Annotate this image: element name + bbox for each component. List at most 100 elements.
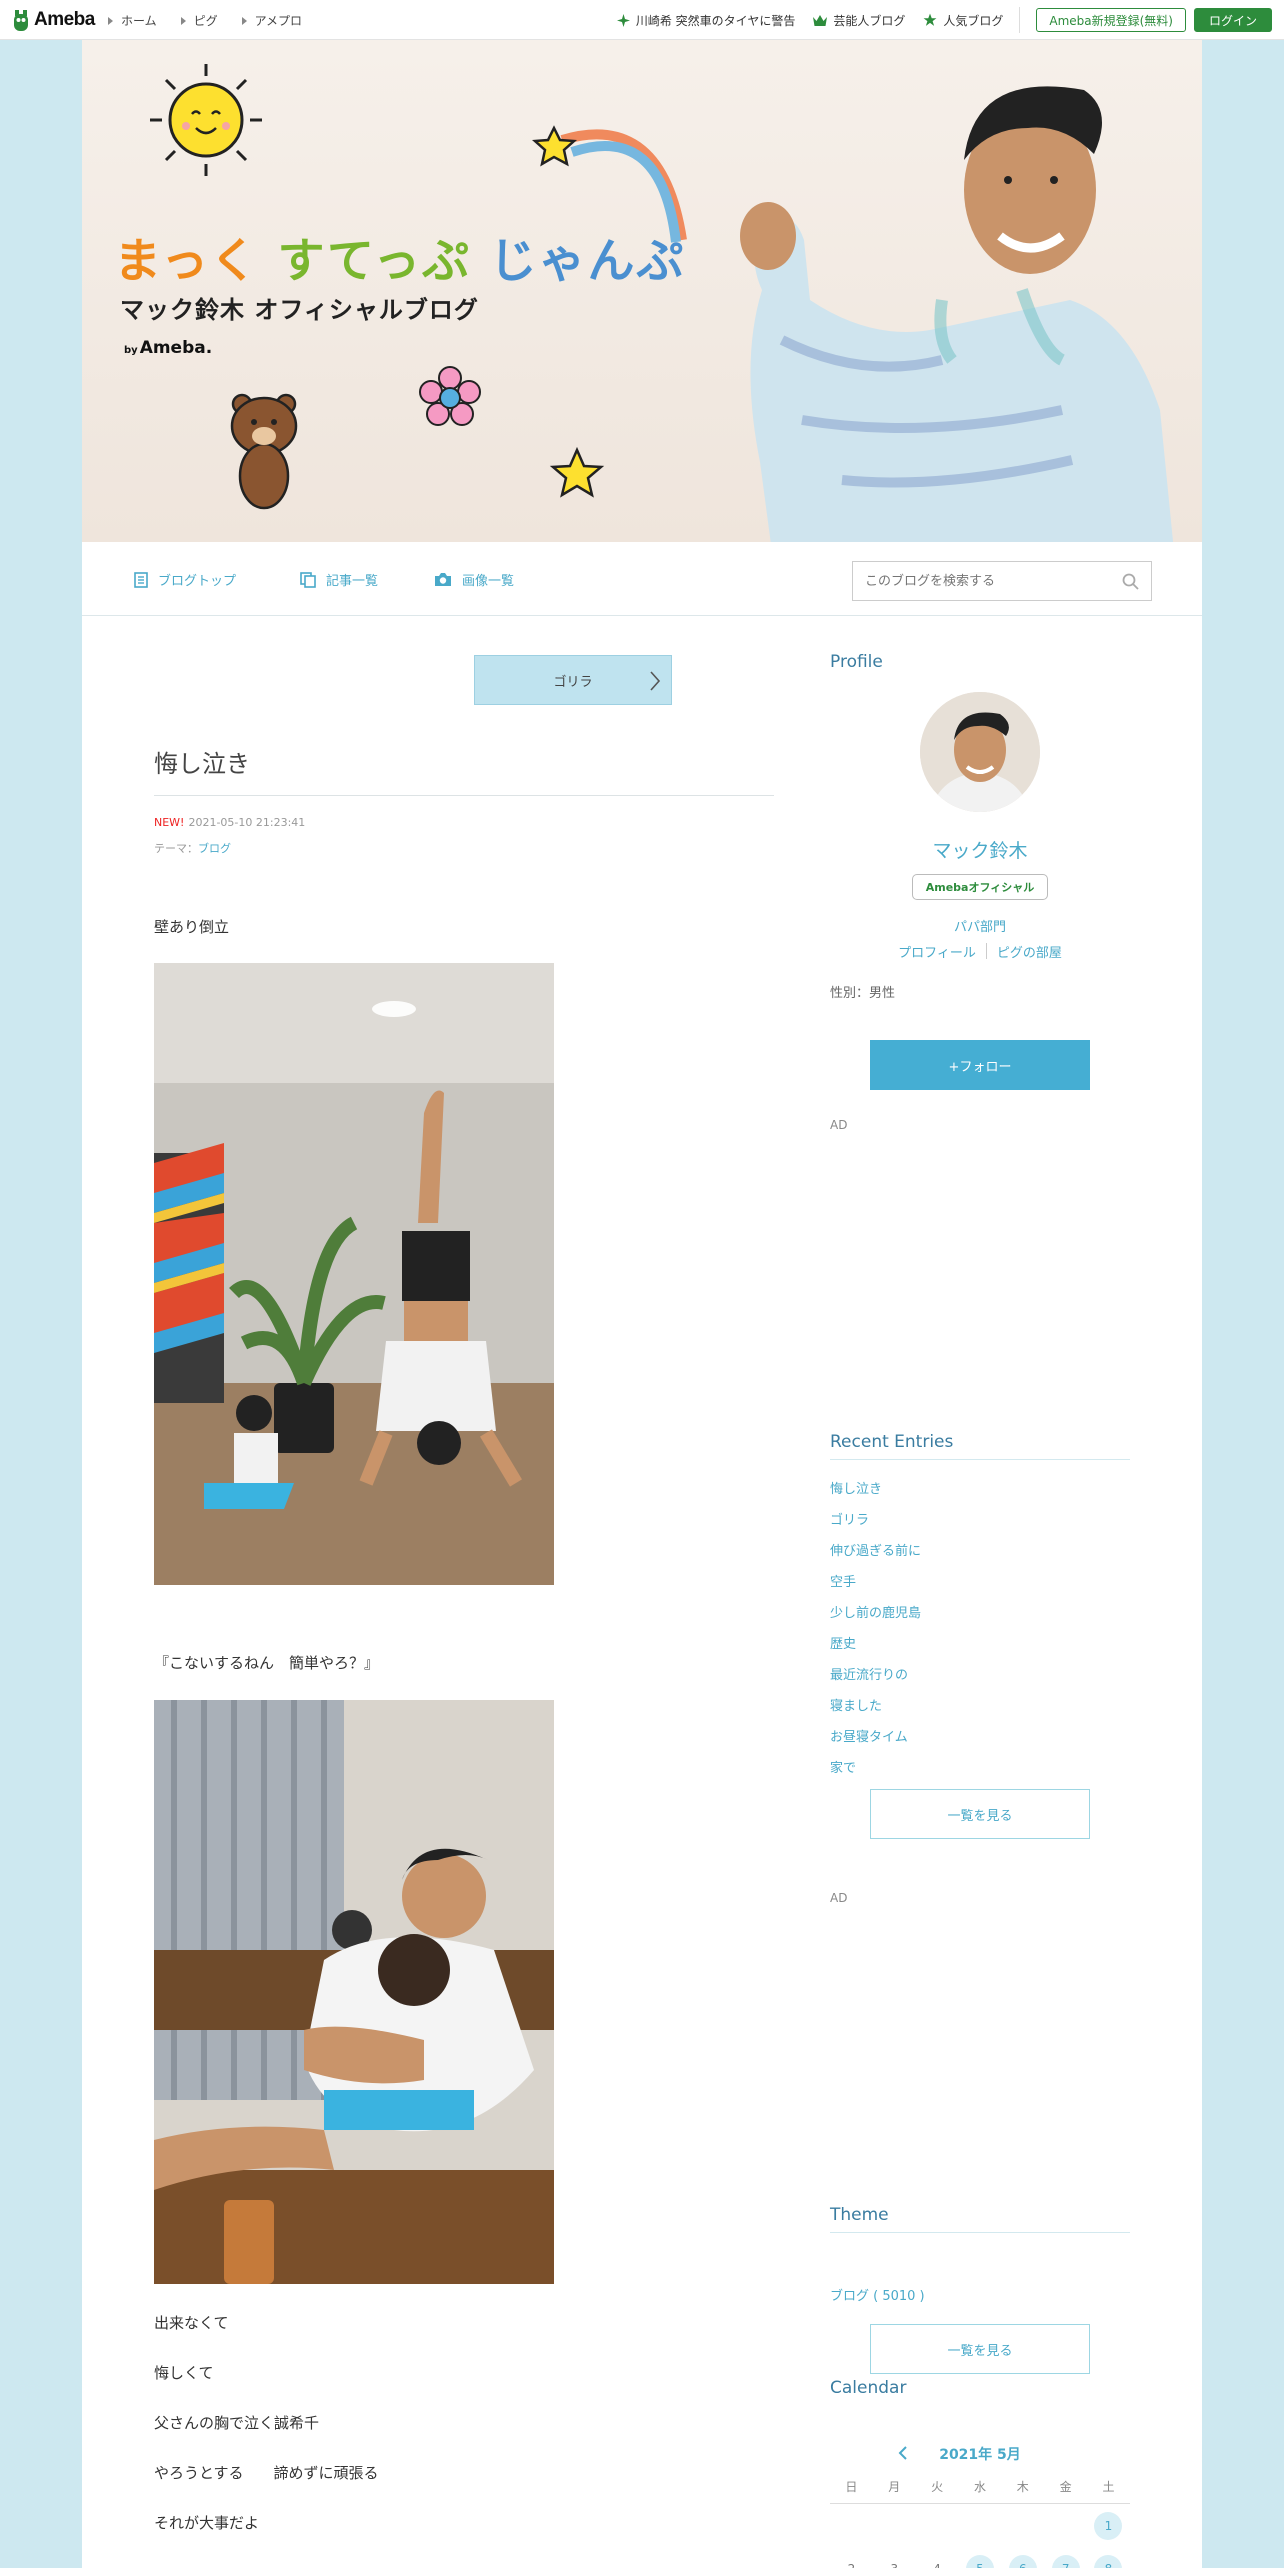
- day-number: [1009, 2510, 1037, 2538]
- blogger-portrait: [740, 86, 1174, 542]
- calendar-day[interactable]: 6: [1001, 2554, 1044, 2568]
- prev-article-button[interactable]: ゴリラ: [474, 655, 672, 705]
- day-number-linked[interactable]: 1: [1094, 2511, 1123, 2540]
- calendar-day: 2: [830, 2555, 873, 2568]
- global-nav-amepro[interactable]: アメプロ: [241, 12, 302, 29]
- calendar-day[interactable]: 1: [1087, 2511, 1130, 2540]
- calendar-weekday-row: 日 月 火 水 木 金 土: [830, 2470, 1130, 2504]
- profile-avatar[interactable]: [920, 692, 1040, 812]
- nav-article-list-label: 記事一覧: [326, 574, 379, 589]
- global-nav-pig[interactable]: ピグ: [180, 12, 218, 29]
- bear-icon: [230, 393, 298, 510]
- day-number: [837, 2510, 865, 2538]
- weekday-cell: 日: [845, 2480, 858, 2494]
- article-datetime: 2021-05-10 21:23:41: [188, 816, 306, 829]
- camera-icon: [435, 573, 451, 586]
- global-right-area: 川崎希 突然車のタイヤに警告 芸能人ブログ 人気ブログ Ameba新規登録(無料…: [616, 7, 1272, 33]
- article-photo-handstand[interactable]: [154, 963, 554, 1585]
- copy-icon: [300, 571, 316, 588]
- day-number: 3: [880, 2555, 908, 2568]
- article-paragraph: 出来なくて: [154, 2314, 229, 2332]
- theme-more-button[interactable]: 一覧を見る: [870, 2324, 1090, 2374]
- popular-blog-label: 人気ブログ: [943, 13, 1004, 28]
- celebrity-blog-link[interactable]: 芸能人ブログ: [813, 12, 905, 29]
- pig-room-link[interactable]: ピグの部屋: [997, 942, 1062, 961]
- recent-entry-link[interactable]: 悔し泣き: [830, 1472, 1130, 1503]
- register-button[interactable]: Ameba新規登録(無料): [1036, 8, 1186, 32]
- nav-blog-top[interactable]: ブログトップ: [134, 570, 236, 589]
- calendar-day: [959, 2510, 1002, 2541]
- profile-category-link[interactable]: パパ部門: [830, 916, 1130, 935]
- calendar-day: [1044, 2510, 1087, 2541]
- hug-photo: [154, 1700, 554, 2284]
- blog-nav-bar: ブログトップ 記事一覧 画像一覧: [82, 542, 1202, 616]
- global-nav-label: ホーム: [121, 14, 157, 28]
- calendar-heading: Calendar: [830, 2378, 907, 2398]
- popular-blog-link[interactable]: 人気ブログ: [923, 12, 1003, 29]
- triangle-right-icon: [180, 16, 186, 25]
- celebrity-blog-label: 芸能人ブログ: [833, 13, 906, 28]
- profile-link[interactable]: プロフィール: [898, 942, 976, 961]
- nav-image-list[interactable]: 画像一覧: [434, 570, 514, 589]
- article-paragraph: やろうとする 諦めずに頑張る: [154, 2464, 379, 2482]
- day-number-linked[interactable]: 5: [965, 2554, 994, 2568]
- weekday-cell: 金: [1059, 2480, 1072, 2494]
- theme-heading: Theme: [830, 2205, 1130, 2233]
- theme-item-link[interactable]: ブログ ( 5010 ): [830, 2285, 925, 2304]
- theme-link[interactable]: ブログ: [198, 842, 231, 855]
- recent-entry-link[interactable]: 最近流行りの: [830, 1658, 1130, 1689]
- triangle-right-icon: [108, 16, 113, 25]
- link-divider: [985, 943, 987, 959]
- pickup-news-link[interactable]: 川崎希 突然車のタイヤに警告: [616, 12, 795, 29]
- banner-title-part: まっく: [114, 234, 260, 289]
- recent-entry-link[interactable]: 空手: [830, 1565, 1130, 1596]
- calendar-table: 日 月 火 水 木 金 土 1 2 3 4 5 6 7 8: [830, 2470, 1130, 2568]
- day-number-linked[interactable]: 6: [1008, 2554, 1037, 2568]
- recent-entry-link[interactable]: 家で: [830, 1751, 1130, 1782]
- recent-entry-link[interactable]: 寝ました: [830, 1689, 1130, 1720]
- recent-entry-link[interactable]: ゴリラ: [830, 1503, 1130, 1534]
- profile-name[interactable]: マック鈴木: [830, 836, 1130, 863]
- calendar-day: 4: [916, 2555, 959, 2568]
- calendar-day[interactable]: 7: [1044, 2554, 1087, 2568]
- recent-entry-link[interactable]: お昼寝タイム: [830, 1720, 1130, 1751]
- official-badge: Amebaオフィシャル: [912, 874, 1048, 900]
- blog-search-input[interactable]: [853, 562, 1103, 600]
- calendar-week-row: 1: [830, 2504, 1130, 2547]
- weekday-cell: 土: [1102, 2480, 1115, 2494]
- article-theme: テーマ：ブログ: [154, 840, 231, 856]
- chevron-left-icon[interactable]: [898, 2445, 908, 2461]
- weekday-cell: 水: [973, 2480, 986, 2494]
- day-number-linked[interactable]: 7: [1051, 2554, 1080, 2568]
- calendar-day: [830, 2510, 873, 2541]
- header-divider: [1019, 7, 1021, 33]
- recent-entry-link[interactable]: 少し前の鹿児島: [830, 1596, 1130, 1627]
- nav-article-list[interactable]: 記事一覧: [300, 570, 378, 589]
- profile-gender: 性別：男性: [830, 986, 896, 1001]
- recent-entry-link[interactable]: 歴史: [830, 1627, 1130, 1658]
- search-icon[interactable]: [1122, 573, 1139, 590]
- global-nav: ホーム ピグ アメプロ: [108, 12, 302, 29]
- follow-button[interactable]: +フォロー: [870, 1040, 1090, 1090]
- calendar-day[interactable]: 8: [1087, 2554, 1130, 2568]
- day-number: [1052, 2510, 1080, 2538]
- article-title[interactable]: 悔し泣き: [154, 744, 774, 796]
- banner-title-part: すてっぷ: [277, 234, 472, 289]
- recent-more-button[interactable]: 一覧を見る: [870, 1789, 1090, 1839]
- new-badge: NEW!: [154, 816, 185, 829]
- recent-entry-link[interactable]: 伸び過ぎる前に: [830, 1534, 1130, 1565]
- article-photo-hug[interactable]: [154, 1700, 554, 2284]
- handstand-photo: [154, 963, 554, 1585]
- recent-entries-heading: Recent Entries: [830, 1432, 1130, 1460]
- ameba-logo[interactable]: Ameba: [12, 8, 95, 32]
- article-paragraph: それが大事だよ: [154, 2514, 260, 2532]
- article-paragraph: 父さんの胸で泣く誠希千: [154, 2414, 320, 2432]
- calendar-day[interactable]: 5: [959, 2554, 1002, 2568]
- blog-header-banner[interactable]: まっく すてっぷ じゃんぷ マック鈴木 オフィシャルブログ by Ameba.: [82, 40, 1202, 542]
- global-nav-home[interactable]: ホーム: [108, 12, 157, 29]
- nav-blog-top-label: ブログトップ: [158, 574, 237, 589]
- day-number: [923, 2510, 951, 2538]
- day-number-linked[interactable]: 8: [1094, 2554, 1123, 2568]
- login-button[interactable]: ログイン: [1193, 8, 1272, 32]
- sun-icon: [150, 64, 262, 176]
